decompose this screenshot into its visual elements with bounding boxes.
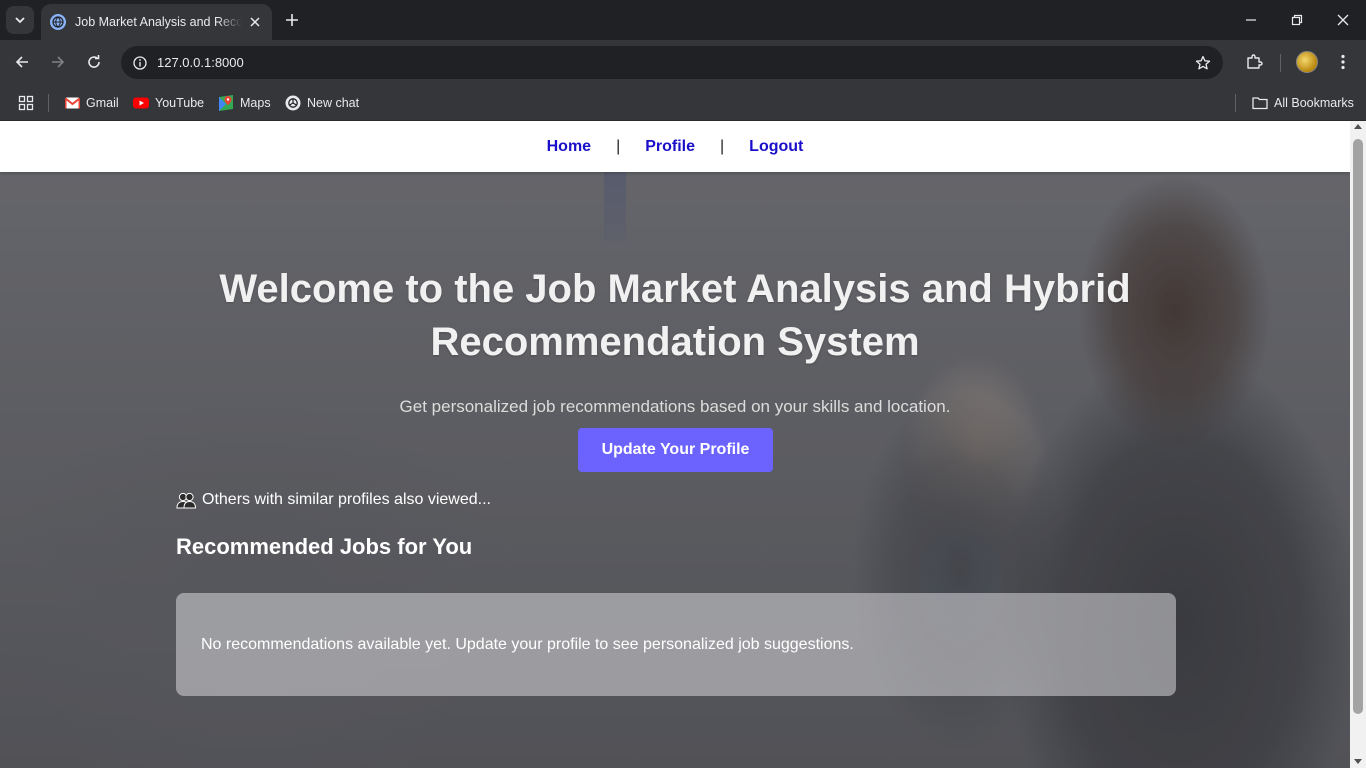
- scroll-down-arrow-icon[interactable]: [1354, 759, 1362, 764]
- people-icon: [176, 491, 196, 509]
- bookmarks-divider: [1235, 94, 1236, 112]
- site-info-icon[interactable]: [127, 50, 153, 76]
- recommendations-panel: No recommendations available yet. Update…: [176, 593, 1176, 696]
- extensions-button[interactable]: [1240, 48, 1268, 76]
- bookmark-star-icon[interactable]: [1192, 52, 1214, 74]
- update-profile-button[interactable]: Update Your Profile: [578, 428, 773, 472]
- bookmark-label: Maps: [240, 96, 271, 110]
- bookmark-youtube[interactable]: YouTube: [133, 92, 204, 114]
- maps-icon: [218, 95, 234, 111]
- page-scrollbar[interactable]: [1350, 121, 1366, 768]
- toolbar-divider: [1280, 54, 1281, 72]
- bookmark-new-chat[interactable]: New chat: [285, 92, 359, 114]
- all-bookmarks-button[interactable]: All Bookmarks: [1252, 92, 1354, 114]
- bookmarks-divider: [48, 94, 49, 112]
- nav-link-home[interactable]: Home: [547, 138, 591, 156]
- gmail-icon: [64, 95, 80, 111]
- page-viewport: Home | Profile | Logout Welcome to the J…: [0, 121, 1350, 768]
- reload-icon: [88, 55, 100, 68]
- nav-separator: |: [720, 137, 725, 155]
- nav-separator: |: [616, 137, 621, 155]
- bookmark-label: Gmail: [86, 96, 119, 110]
- profile-avatar[interactable]: [1296, 51, 1318, 73]
- kebab-menu-icon: [1341, 54, 1345, 70]
- minimize-button[interactable]: [1228, 0, 1274, 40]
- browser-toolbar: 127.0.0.1:8000: [0, 40, 1366, 85]
- site-navbar: Home | Profile | Logout: [0, 121, 1350, 172]
- plus-icon: [286, 14, 298, 26]
- nav-link-logout[interactable]: Logout: [749, 138, 803, 156]
- browser-tab-active[interactable]: Job Market Analysis and Recommendation S…: [41, 4, 272, 40]
- bookmarks-bar: Gmail YouTube Maps New chat All Bookmark…: [0, 85, 1366, 121]
- scroll-thumb[interactable]: [1353, 139, 1363, 714]
- scroll-up-arrow-icon[interactable]: [1354, 124, 1362, 129]
- similar-profiles-note: Others with similar profiles also viewed…: [176, 491, 491, 509]
- tab-strip: Job Market Analysis and Recommendation S…: [0, 0, 1366, 40]
- url-text[interactable]: 127.0.0.1:8000: [157, 55, 244, 70]
- hero-subtitle: Get personalized job recommendations bas…: [399, 397, 951, 416]
- menu-button[interactable]: [1329, 48, 1357, 76]
- hero-title: Welcome to the Job Market Analysis and H…: [219, 267, 1131, 364]
- apps-button[interactable]: [18, 92, 34, 114]
- bookmark-gmail[interactable]: Gmail: [64, 92, 119, 114]
- apps-grid-icon: [18, 95, 34, 111]
- folder-icon: [1252, 95, 1268, 111]
- nav-link-profile[interactable]: Profile: [645, 138, 695, 156]
- forward-arrow-icon: [52, 56, 65, 68]
- forward-button[interactable]: [44, 48, 72, 76]
- new-tab-button[interactable]: [282, 10, 302, 30]
- back-arrow-icon: [15, 56, 28, 68]
- bookmark-maps[interactable]: Maps: [218, 92, 271, 114]
- chevron-down-icon: [15, 17, 25, 24]
- reload-button[interactable]: [80, 48, 108, 76]
- similar-profiles-text: Others with similar profiles also viewed…: [202, 491, 491, 508]
- close-window-button[interactable]: [1320, 0, 1366, 40]
- close-icon: [1337, 14, 1349, 26]
- all-bookmarks-label: All Bookmarks: [1274, 96, 1354, 110]
- chatgpt-icon: [285, 95, 301, 111]
- address-bar[interactable]: 127.0.0.1:8000: [121, 46, 1223, 79]
- recommendations-heading: Recommended Jobs for You: [176, 534, 473, 559]
- bookmark-label: New chat: [307, 96, 360, 110]
- tab-search-button[interactable]: [6, 6, 34, 34]
- minimize-icon: [1246, 19, 1256, 21]
- close-tab-icon[interactable]: [246, 13, 264, 31]
- restore-button[interactable]: [1274, 0, 1320, 40]
- empty-recommendations-message: No recommendations available yet. Update…: [201, 635, 854, 653]
- puzzle-icon: [1247, 54, 1263, 69]
- bookmark-label: YouTube: [155, 96, 205, 110]
- tab-title: Job Market Analysis and Recommendation S…: [75, 15, 242, 29]
- back-button[interactable]: [8, 48, 36, 76]
- youtube-icon: [133, 95, 149, 111]
- restore-icon: [1291, 14, 1303, 26]
- globe-icon: [50, 14, 66, 30]
